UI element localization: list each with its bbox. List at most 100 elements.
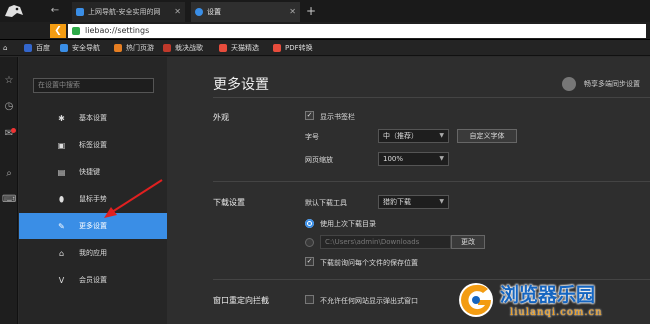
divider xyxy=(213,181,650,182)
sidebar-item-label: 更多设置 xyxy=(79,222,107,230)
sidebar-item-label: 基本设置 xyxy=(79,114,107,122)
bookmark-baidu[interactable]: 百度 xyxy=(24,42,50,54)
zoom-select[interactable]: 100% ▼ xyxy=(378,152,449,166)
bookmark-label: 热门页游 xyxy=(126,44,154,52)
new-tab-button[interactable]: + xyxy=(306,4,316,18)
chevron-down-icon: ▼ xyxy=(439,132,444,139)
tmall-icon xyxy=(219,44,227,52)
search-icon[interactable]: ⌕ xyxy=(2,167,16,181)
change-path-button[interactable]: 更改 xyxy=(451,235,485,249)
bookmarks-bar: ⌂ 百度 安全导航 热门页游 栽决战歌 天猫精选 PDF转换 xyxy=(0,40,650,56)
shield-icon xyxy=(60,44,68,52)
font-size-select[interactable]: 中（推荐） ▼ xyxy=(378,129,449,143)
settings-search-input[interactable]: 在设置中搜索 xyxy=(33,78,154,93)
zoom-label: 网页缩放 xyxy=(305,156,333,164)
mouse-icon: ⬮ xyxy=(58,195,65,204)
bookmark-web-games[interactable]: 热门页游 xyxy=(114,42,154,54)
tab-title: 设置 xyxy=(207,8,221,16)
bookmark-label: 百度 xyxy=(36,44,50,52)
vip-icon: V xyxy=(58,276,65,285)
watermark-logo-icon xyxy=(459,283,493,317)
use-last-dir-label: 使用上次下载目录 xyxy=(320,220,376,228)
bookmark-label: 天猫精选 xyxy=(231,44,259,52)
download-tool-select[interactable]: 猎豹下载 ▼ xyxy=(378,195,449,209)
close-icon[interactable]: ✕ xyxy=(174,2,181,22)
gear-icon: ✱ xyxy=(58,114,65,123)
game-icon xyxy=(163,44,171,52)
watermark: 浏览器乐园 liulanqi.com.cn xyxy=(456,278,650,324)
notification-dot xyxy=(11,128,16,133)
back-arrow-icon[interactable]: ← xyxy=(48,4,62,18)
avatar-icon xyxy=(562,77,576,91)
bookmark-game[interactable]: 栽决战歌 xyxy=(163,42,203,54)
font-size-label: 字号 xyxy=(305,133,319,141)
shield-icon xyxy=(76,8,84,16)
sidebar-item-vip[interactable]: V 会员设置 xyxy=(19,267,167,293)
chevron-down-icon: ▼ xyxy=(439,198,444,205)
sidebar-item-gestures[interactable]: ⬮ 鼠标手势 xyxy=(19,186,167,212)
download-path-field[interactable]: C:\Users\admin\Downloads xyxy=(320,235,451,249)
bookmark-tmall[interactable]: 天猫精选 xyxy=(219,42,259,54)
security-shield-icon xyxy=(72,27,80,35)
bookmark-label: PDF转换 xyxy=(285,44,313,52)
close-icon[interactable]: ✕ xyxy=(289,2,296,22)
wrench-icon: ✎ xyxy=(58,222,65,231)
pdf-icon xyxy=(273,44,281,52)
divider xyxy=(213,97,650,98)
custom-dir-radio[interactable] xyxy=(305,238,314,247)
tab-icon: ▣ xyxy=(57,141,66,150)
use-last-dir-radio[interactable] xyxy=(305,219,314,228)
back-button[interactable]: ❮ xyxy=(50,24,66,38)
address-bar: ❮ liebao://settings xyxy=(0,22,650,40)
show-bookmarks-checkbox[interactable]: ✓ xyxy=(305,111,314,120)
apps-icon[interactable]: ⌂ xyxy=(3,42,7,54)
page-title: 更多设置 xyxy=(213,77,269,93)
watermark-url: liulanqi.com.cn xyxy=(510,307,603,318)
bookmark-pdf[interactable]: PDF转换 xyxy=(273,42,313,54)
sidebar-item-tabs[interactable]: ▣ 标签设置 xyxy=(19,132,167,158)
ask-location-checkbox[interactable]: ✓ xyxy=(305,257,314,266)
bookmark-safe-nav[interactable]: 安全导航 xyxy=(60,42,100,54)
section-popup: 窗口重定向拦截 xyxy=(213,296,269,305)
history-clock-icon[interactable]: ◷ xyxy=(2,100,16,114)
default-tool-label: 默认下载工具 xyxy=(305,199,347,207)
url-input[interactable]: liebao://settings xyxy=(68,24,646,38)
sidebar-item-more[interactable]: ✎ 更多设置 xyxy=(19,213,167,239)
sidebar-item-basic[interactable]: ✱ 基本设置 xyxy=(19,105,167,131)
cheetah-logo-icon[interactable] xyxy=(3,1,25,21)
custom-font-button[interactable]: 自定义字体 xyxy=(457,129,517,143)
settings-sidebar: 在设置中搜索 ✱ 基本设置 ▣ 标签设置 ▤ 快捷键 ⬮ 鼠标手势 ✎ 更多设置 ⌂ 我的应… xyxy=(19,57,167,324)
gear-icon xyxy=(195,8,203,16)
side-rail: ☆ ◷ ✉ ⌕ ⌨ xyxy=(0,57,18,324)
sidebar-item-shortcuts[interactable]: ▤ 快捷键 xyxy=(19,159,167,185)
baidu-icon xyxy=(24,44,32,52)
sidebar-item-label: 我的应用 xyxy=(79,249,107,257)
game-icon xyxy=(114,44,122,52)
section-downloads: 下载设置 xyxy=(213,198,245,207)
star-icon[interactable]: ☆ xyxy=(2,74,16,88)
app-icon: ⌂ xyxy=(58,249,65,258)
sync-label: 畅享多端同步设置 xyxy=(584,80,640,88)
chevron-down-icon: ▼ xyxy=(439,155,444,162)
sidebar-item-label: 快捷键 xyxy=(79,168,100,176)
sidebar-item-apps[interactable]: ⌂ 我的应用 xyxy=(19,240,167,266)
tab-settings[interactable]: 设置 ✕ xyxy=(191,2,300,22)
select-value: 猎豹下载 xyxy=(383,198,411,206)
tab-navigation[interactable]: 上网导航-安全实用的网 ✕ xyxy=(72,2,185,22)
tab-bar: ← 上网导航-安全实用的网 ✕ 设置 ✕ + xyxy=(0,0,650,22)
bookmark-label: 栽决战歌 xyxy=(175,44,203,52)
block-popup-label: 不允许任何网站显示弹出式窗口 xyxy=(320,297,418,305)
bookmark-label: 安全导航 xyxy=(72,44,100,52)
select-value: 100% xyxy=(383,155,404,163)
gamepad-icon[interactable]: ⌨ xyxy=(2,193,16,207)
tab-title: 上网导航-安全实用的网 xyxy=(88,8,161,16)
block-popup-checkbox[interactable] xyxy=(305,295,314,304)
sync-button[interactable]: 畅享多端同步设置 xyxy=(562,77,640,91)
keyboard-icon: ▤ xyxy=(57,168,66,177)
sidebar-item-label: 会员设置 xyxy=(79,276,107,284)
ask-location-label: 下载前询问每个文件的保存位置 xyxy=(320,259,418,267)
sidebar-item-label: 标签设置 xyxy=(79,141,107,149)
sidebar-item-label: 鼠标手势 xyxy=(79,195,107,203)
watermark-title: 浏览器乐园 xyxy=(500,284,596,306)
url-text: liebao://settings xyxy=(85,26,150,35)
